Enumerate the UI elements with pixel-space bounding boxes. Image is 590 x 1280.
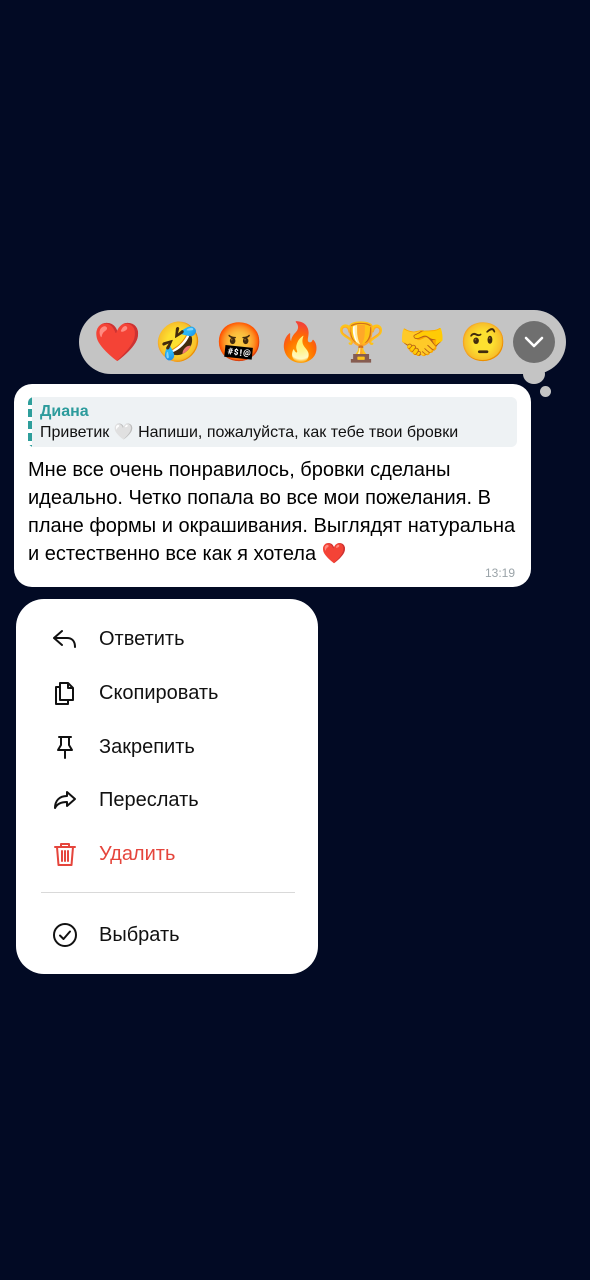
reply-quote-bar: [28, 397, 32, 447]
message-bubble[interactable]: Диана Приветик 🤍 Напиши, пожалуйста, как…: [14, 384, 531, 587]
menu-item-label: Скопировать: [99, 681, 219, 704]
reaction-heart[interactable]: ❤️: [87, 312, 148, 373]
reaction-rofl[interactable]: 🤣: [148, 312, 209, 373]
reply-quote[interactable]: Диана Приветик 🤍 Напиши, пожалуйста, как…: [28, 397, 517, 447]
menu-item-delete[interactable]: Удалить: [16, 831, 318, 877]
context-menu: Ответить Скопировать Закрепить Переслать…: [16, 599, 318, 974]
menu-item-label: Закрепить: [99, 735, 195, 758]
reaction-bar-tail-dot: [540, 386, 551, 397]
chat-screen: ❤️ 🤣 🤬 🔥 🏆 🤝 🤨 Диана Приветик 🤍 Напиши, …: [0, 0, 590, 1280]
message-text: Мне все очень понравилось, бровки сделан…: [28, 459, 516, 565]
reaction-handshake[interactable]: 🤝: [392, 312, 453, 373]
menu-item-select[interactable]: Выбрать: [16, 912, 318, 958]
menu-item-label: Удалить: [99, 842, 176, 865]
reaction-raised-eyebrow[interactable]: 🤨: [453, 312, 514, 373]
menu-item-label: Ответить: [99, 627, 185, 650]
reaction-bar-tail: [523, 364, 545, 384]
reaction-bar: ❤️ 🤣 🤬 🔥 🏆 🤝 🤨: [79, 310, 566, 374]
message-time: 13:19: [484, 566, 515, 580]
menu-item-label: Выбрать: [99, 923, 180, 946]
pin-icon: [51, 733, 79, 761]
reply-icon: [51, 625, 79, 653]
copy-icon: [51, 679, 79, 707]
reaction-trophy[interactable]: 🏆: [331, 312, 392, 373]
check-circle-icon: [51, 921, 79, 949]
menu-item-reply[interactable]: Ответить: [16, 616, 318, 662]
reaction-fire[interactable]: 🔥: [270, 312, 331, 373]
menu-divider: [41, 892, 295, 893]
trash-icon: [51, 840, 79, 868]
reaction-cursing-face[interactable]: 🤬: [209, 312, 270, 373]
chevron-down-icon: [524, 336, 544, 348]
menu-item-forward[interactable]: Переслать: [16, 777, 318, 823]
reply-text: Приветик 🤍 Напиши, пожалуйста, как тебе …: [40, 424, 459, 441]
menu-item-label: Переслать: [99, 788, 199, 811]
menu-item-pin[interactable]: Закрепить: [16, 724, 318, 770]
reply-author: Диана: [40, 403, 89, 420]
menu-item-copy[interactable]: Скопировать: [16, 670, 318, 716]
expand-reactions-button[interactable]: [513, 321, 555, 363]
forward-icon: [51, 786, 79, 814]
